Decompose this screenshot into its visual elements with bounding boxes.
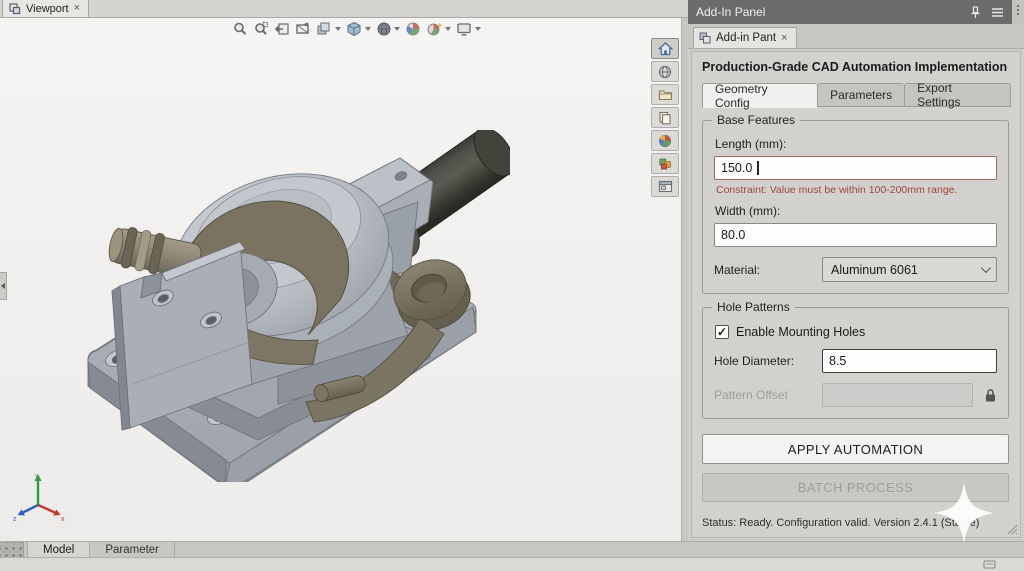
- add-in-tab-label: Add-in Pant: [716, 32, 777, 44]
- collapse-arrow-icon: [1, 283, 5, 289]
- svg-text:x: x: [61, 516, 65, 523]
- orientation-triad: y x z: [13, 473, 65, 523]
- viewport-tab-label: Viewport: [26, 2, 69, 15]
- panel-edge-strip[interactable]: [1012, 0, 1024, 24]
- palette-icon[interactable]: [651, 153, 679, 174]
- pie-chart-icon[interactable]: [651, 130, 679, 151]
- status-bar: [0, 557, 1024, 571]
- viewport-tab-icon: [9, 2, 21, 14]
- group-hole-patterns: Hole Patterns ✓ Enable Mounting Holes Ho…: [702, 300, 1009, 419]
- isometric-cube-icon[interactable]: [346, 21, 371, 37]
- group-hole-patterns-title: Hole Patterns: [712, 300, 795, 314]
- group-base-features: Base Features Length (mm): Constraint: V…: [702, 113, 1009, 294]
- tab-model[interactable]: Model: [27, 542, 91, 557]
- chevron-down-icon: [980, 263, 991, 274]
- viewport-tab-close-icon[interactable]: ×: [74, 3, 80, 14]
- cad-application-window: Viewport × y x z Add-In Panel Add-in Pan…: [0, 0, 1024, 571]
- status-monitor-icon: [983, 559, 996, 569]
- dropdown-caret-icon[interactable]: [394, 27, 400, 31]
- tab-add-in-panel[interactable]: Add-in Pant ×: [693, 27, 797, 48]
- panel-doc-tabstrip: Add-in Pant ×: [688, 24, 1024, 49]
- view-orientation-icon[interactable]: [316, 21, 341, 37]
- window-layout-icon[interactable]: [651, 176, 679, 197]
- dropdown-caret-icon[interactable]: [335, 27, 341, 31]
- panel-client-area: Production-Grade CAD Automation Implemen…: [691, 51, 1021, 543]
- hole-diameter-label: Hole Diameter:: [714, 354, 795, 368]
- apply-automation-button[interactable]: APPLY AUTOMATION: [702, 434, 1009, 464]
- config-tabs: Geometry Config Parameters Export Settin…: [702, 81, 1011, 110]
- add-in-tab-icon: [699, 32, 711, 44]
- viewport-canvas[interactable]: y x z: [0, 18, 688, 541]
- globe-icon[interactable]: [651, 61, 679, 82]
- display-style-icon[interactable]: [376, 21, 400, 37]
- group-base-features-title: Base Features: [712, 113, 801, 127]
- previous-view-icon[interactable]: [274, 21, 290, 37]
- pin-icon[interactable]: [970, 5, 981, 19]
- tab-parameters[interactable]: Parameters: [817, 83, 905, 107]
- width-input[interactable]: [714, 223, 997, 247]
- length-label: Length (mm):: [715, 137, 787, 151]
- heads-up-toolbar: [232, 21, 481, 37]
- batch-process-button: BATCH PROCESS: [702, 473, 1009, 502]
- lock-icon: [986, 388, 995, 401]
- drag-dots-handle[interactable]: [0, 542, 24, 557]
- resize-grip[interactable]: [1005, 522, 1018, 535]
- tab-geometry-config[interactable]: Geometry Config: [702, 82, 818, 110]
- section-view-icon[interactable]: [295, 21, 311, 37]
- zoom-fit-icon[interactable]: [232, 21, 248, 37]
- enable-mounting-holes-checkbox[interactable]: ✓: [715, 325, 729, 339]
- pattern-offset-label: Pattern Offset: [714, 388, 788, 402]
- dropdown-caret-icon[interactable]: [365, 27, 371, 31]
- tab-parameter[interactable]: Parameter: [90, 542, 176, 557]
- copy-pages-icon[interactable]: [651, 107, 679, 128]
- text-cursor: [757, 161, 759, 175]
- folder-icon[interactable]: [651, 84, 679, 105]
- dropdown-caret-icon[interactable]: [475, 27, 481, 31]
- hole-diameter-input[interactable]: [822, 349, 997, 373]
- menu-icon[interactable]: [991, 7, 1004, 18]
- task-pane-toolbar: [651, 38, 679, 197]
- viewport-pane: Viewport × y x z: [0, 0, 688, 541]
- panel-splitter[interactable]: [681, 18, 688, 541]
- panel-collapse-handle[interactable]: [0, 272, 7, 300]
- panel-status-text: Status: Ready. Configuration valid. Vers…: [702, 517, 980, 529]
- svg-text:z: z: [13, 516, 17, 523]
- viewport-tabstrip: Viewport ×: [0, 0, 688, 18]
- material-dropdown[interactable]: Aluminum 6061: [822, 257, 997, 282]
- apply-scene-icon[interactable]: [426, 21, 451, 37]
- panel-heading: Production-Grade CAD Automation Implemen…: [702, 60, 1008, 74]
- width-label: Width (mm):: [715, 204, 781, 218]
- tab-export-settings[interactable]: Export Settings: [904, 81, 1011, 109]
- edit-appearance-icon[interactable]: [405, 21, 421, 37]
- vertical-dots-icon: [1017, 5, 1019, 24]
- material-label: Material:: [714, 262, 761, 277]
- panel-title: Add-In Panel: [696, 5, 766, 19]
- panel-titlebar[interactable]: Add-In Panel: [688, 0, 1012, 24]
- add-in-panel: Add-In Panel Add-in Pant × Production-Gr…: [688, 0, 1024, 543]
- add-in-tab-close-icon[interactable]: ×: [781, 32, 787, 44]
- constraint-message: Constraint: Value must be within 100-200…: [716, 184, 958, 196]
- cad-model[interactable]: [78, 130, 510, 482]
- zoom-area-icon[interactable]: [253, 21, 269, 37]
- tab-viewport[interactable]: Viewport ×: [2, 0, 90, 17]
- document-tab-bar: Model Parameter: [0, 541, 1024, 557]
- view-settings-icon[interactable]: [456, 21, 481, 37]
- svg-text:y: y: [35, 473, 39, 480]
- home-icon[interactable]: [651, 38, 679, 59]
- dropdown-caret-icon[interactable]: [445, 27, 451, 31]
- pattern-offset-input: [822, 383, 973, 407]
- enable-mounting-holes-label: Enable Mounting Holes: [736, 325, 866, 339]
- material-value: Aluminum 6061: [831, 262, 918, 277]
